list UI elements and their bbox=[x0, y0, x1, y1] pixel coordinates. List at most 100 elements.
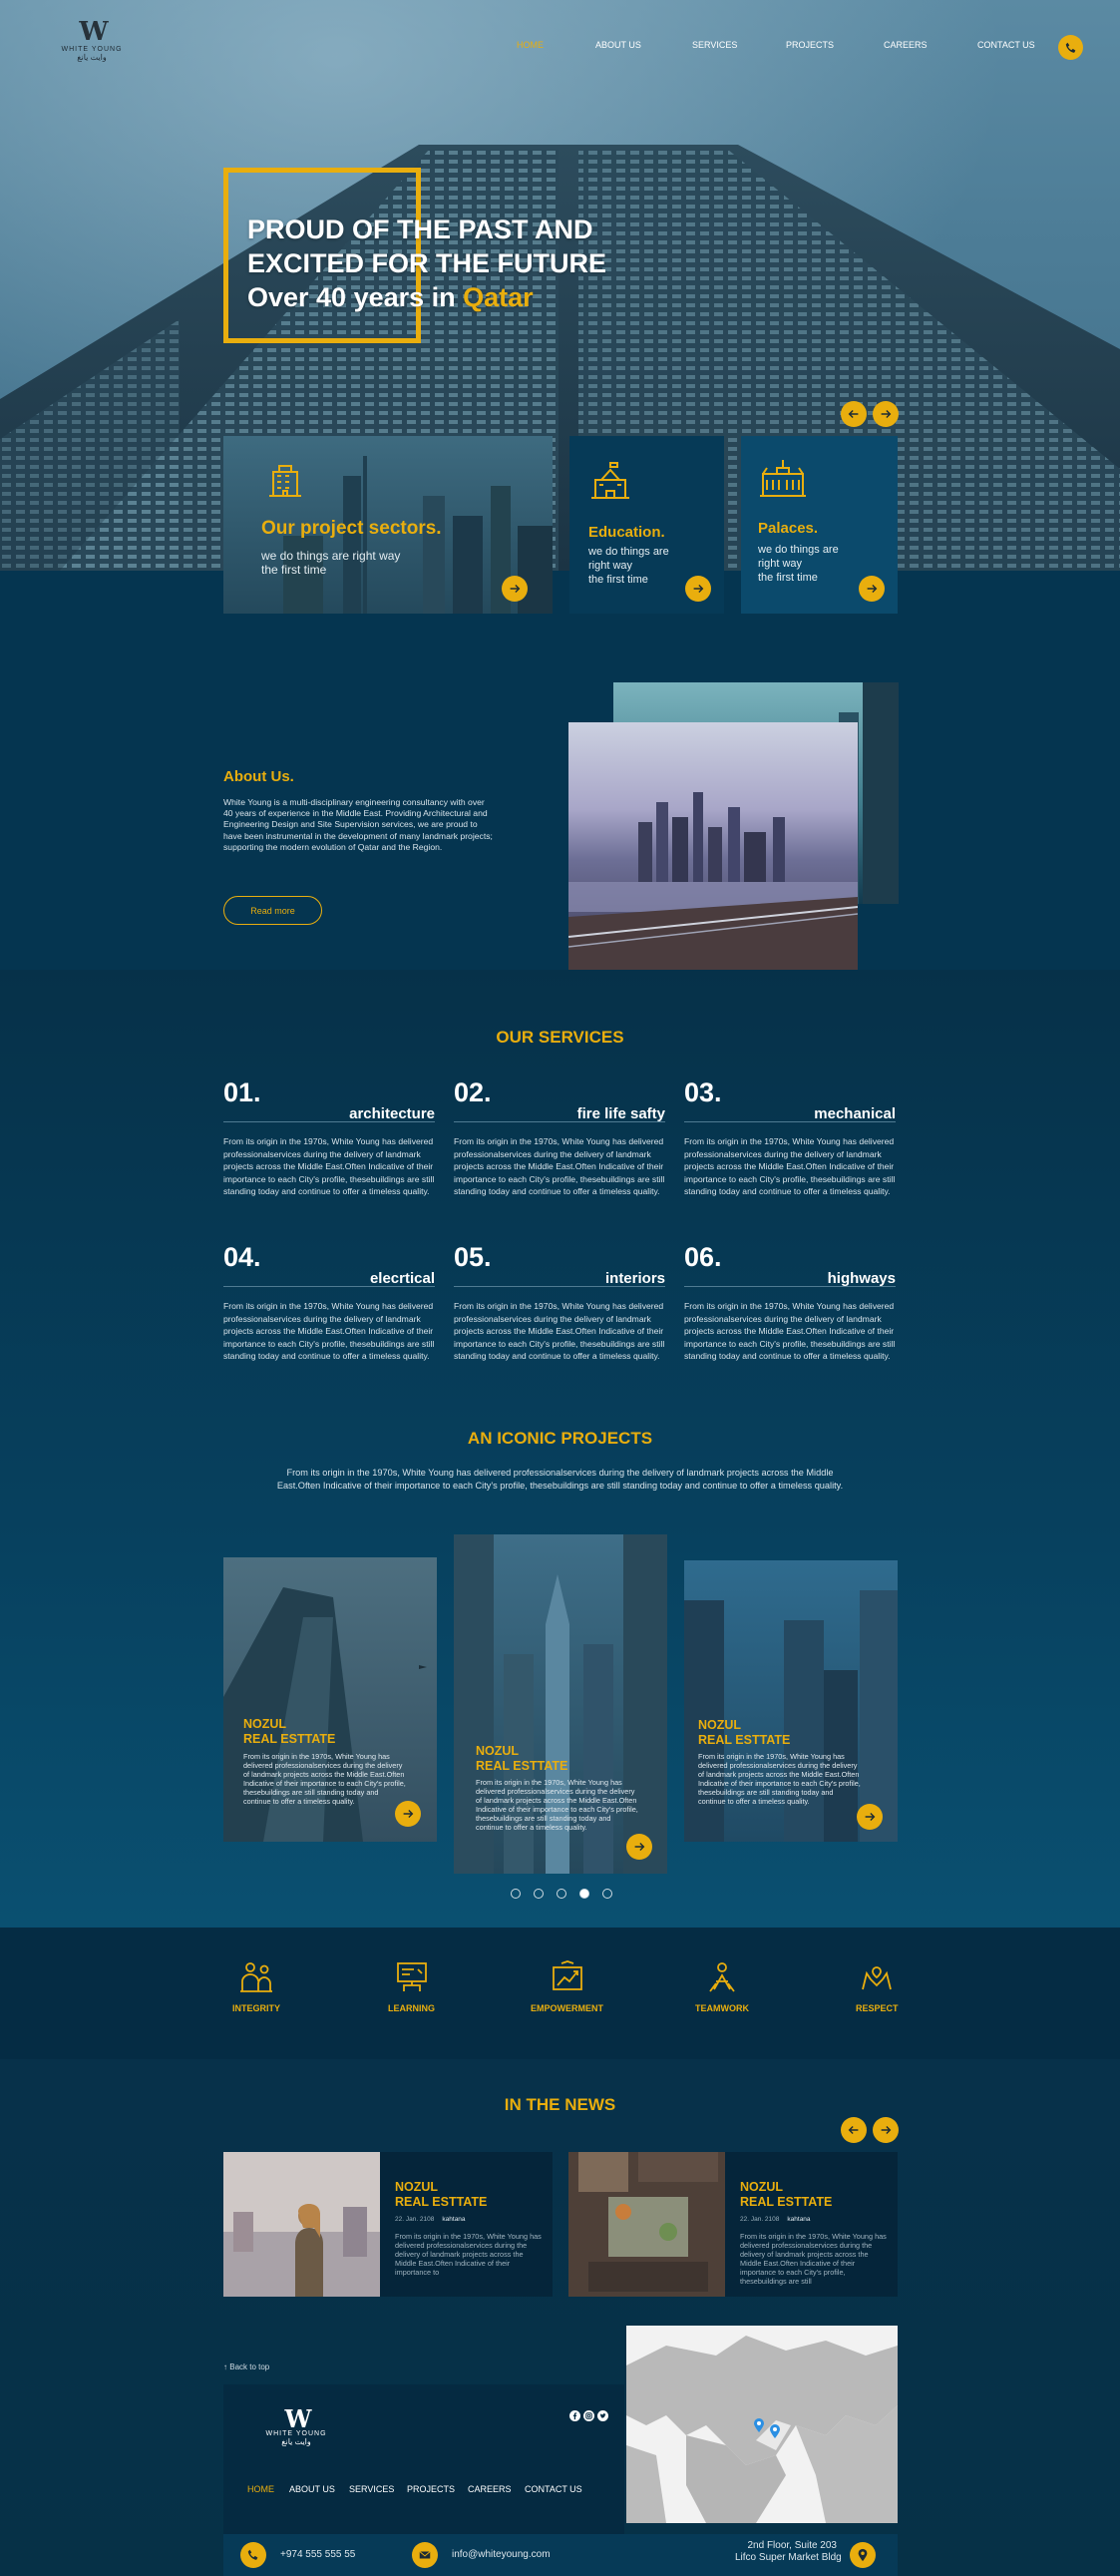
project-title: NOZUL REAL ESTTATE bbox=[243, 1717, 336, 1746]
prev-slide-button[interactable] bbox=[841, 401, 867, 427]
service-name: mechanical bbox=[814, 1105, 896, 1122]
footer-nav-careers[interactable]: CAREERS bbox=[468, 2484, 512, 2494]
pagination-dot[interactable] bbox=[602, 1889, 612, 1899]
service-name: architecture bbox=[349, 1105, 435, 1122]
services-title: OUR SERVICES bbox=[496, 1028, 624, 1047]
read-more-button[interactable]: Read more bbox=[223, 896, 322, 925]
hero-headline: PROUD OF THE PAST AND EXCITED FOR THE FU… bbox=[247, 215, 607, 312]
nav-about-us[interactable]: ABOUT US bbox=[595, 40, 641, 50]
news-excerpt: From its origin in the 1970s, White Youn… bbox=[740, 2232, 887, 2286]
pagination-dot[interactable] bbox=[511, 1889, 521, 1899]
service-item[interactable]: 05. interiors From its origin in the 197… bbox=[454, 1242, 665, 1361]
news-next-button[interactable] bbox=[873, 2117, 899, 2143]
school-icon bbox=[591, 462, 629, 499]
arrow-right-icon bbox=[881, 2126, 892, 2134]
contact-phone[interactable]: +974 555 555 55 bbox=[280, 2549, 355, 2560]
service-item[interactable]: 01. architecture From its origin in the … bbox=[223, 1077, 435, 1196]
project-desc: From its origin in the 1970s, White Youn… bbox=[698, 1752, 861, 1806]
project-card[interactable]: NOZUL REAL ESTTATE From its origin in the… bbox=[223, 1557, 437, 1842]
logo-mark-icon: W bbox=[284, 2404, 312, 2433]
brand-logo[interactable]: W WHITE YOUNG وايت يانغ bbox=[52, 17, 132, 70]
nav-careers[interactable]: CAREERS bbox=[884, 40, 928, 50]
pagination-dot[interactable] bbox=[534, 1889, 544, 1899]
news-card[interactable]: NOZUL REAL ESTTATE 22. Jan. 2108 kahtana F… bbox=[568, 2152, 898, 2297]
service-item[interactable]: 03. mechanical From its origin in the 19… bbox=[684, 1077, 896, 1196]
news-meta: 22. Jan. 2108 kahtana bbox=[740, 2216, 811, 2223]
nav-services[interactable]: SERVICES bbox=[692, 40, 737, 50]
service-item[interactable]: 04. elecrtical From its origin in the 19… bbox=[223, 1242, 435, 1361]
values-section: INTEGRITY LEARNING EMPOWERMENT TEAMWORK … bbox=[0, 1928, 1120, 2059]
back-to-top-link[interactable]: ↑ Back to top bbox=[223, 2362, 269, 2371]
sector-title: Our project sectors. bbox=[261, 518, 442, 539]
building-icon bbox=[269, 465, 301, 497]
sector-card-projects[interactable]: Our project sectors. we do things are ri… bbox=[223, 436, 553, 614]
teamwork-icon bbox=[709, 1962, 735, 1992]
hero-slider-arrows bbox=[841, 401, 899, 427]
footer-logo[interactable]: W WHITE YOUNG وايت يانغ bbox=[251, 2404, 341, 2447]
sector-title: Palaces. bbox=[758, 520, 819, 537]
pagination-dot-active[interactable] bbox=[579, 1889, 589, 1899]
sector-go-button[interactable] bbox=[685, 576, 711, 602]
project-go-button[interactable] bbox=[395, 1801, 421, 1827]
footer-nav-projects[interactable]: PROJECTS bbox=[407, 2484, 455, 2494]
contact-location-button[interactable] bbox=[850, 2542, 876, 2568]
map-pin-icon[interactable] bbox=[754, 2418, 764, 2432]
value-respect: RESPECT bbox=[856, 1959, 899, 2013]
news-prev-button[interactable] bbox=[841, 2117, 867, 2143]
arrow-right-icon bbox=[510, 585, 521, 593]
news-image-rooftop bbox=[568, 2152, 725, 2297]
value-empowerment: EMPOWERMENT bbox=[531, 1959, 603, 2013]
arrow-right-icon bbox=[634, 1843, 645, 1851]
sector-go-button[interactable] bbox=[859, 576, 885, 602]
service-name: highways bbox=[827, 1270, 896, 1287]
contact-email-button[interactable] bbox=[412, 2542, 438, 2568]
project-title: NOZUL REAL ESTTATE bbox=[476, 1744, 568, 1773]
footer-nav-home[interactable]: HOME bbox=[247, 2484, 274, 2494]
sector-go-button[interactable] bbox=[502, 576, 528, 602]
projects-title: AN ICONIC PROJECTS bbox=[467, 1429, 653, 1448]
sector-card-palaces[interactable]: Palaces. we do things are right way the … bbox=[741, 436, 898, 614]
project-go-button[interactable] bbox=[857, 1804, 883, 1830]
service-desc: From its origin in the 1970s, White Youn… bbox=[684, 1301, 896, 1362]
contact-address: 2nd Floor, Suite 203 Lifco Super Market … bbox=[735, 2540, 842, 2563]
contact-email[interactable]: info@whiteyoung.com bbox=[452, 2549, 551, 2560]
phone-button[interactable] bbox=[1058, 35, 1083, 60]
sector-card-education[interactable]: Education. we do things are right way th… bbox=[569, 436, 724, 614]
service-number: 02. bbox=[454, 1077, 492, 1107]
nav-projects[interactable]: PROJECTS bbox=[786, 40, 834, 50]
logo-mark-icon: W bbox=[79, 17, 108, 47]
nav-contact-us[interactable]: CONTACT US bbox=[977, 40, 1035, 50]
instagram-icon[interactable] bbox=[583, 2410, 594, 2421]
project-card[interactable]: NOZUL REAL ESTTATE From its origin in the… bbox=[684, 1560, 898, 1842]
map-pin-icon[interactable] bbox=[770, 2424, 780, 2438]
location-map[interactable] bbox=[626, 2326, 898, 2523]
next-slide-button[interactable] bbox=[873, 401, 899, 427]
about-title: About Us. bbox=[223, 768, 294, 785]
footer-nav-about-us[interactable]: ABOUT US bbox=[289, 2484, 335, 2494]
value-teamwork: TEAMWORK bbox=[695, 1959, 749, 2013]
sector-text: we do things are right way the first tim… bbox=[588, 546, 669, 586]
service-name: fire life safty bbox=[576, 1105, 665, 1122]
footer-nav-contact-us[interactable]: CONTACT US bbox=[525, 2484, 582, 2494]
news-excerpt: From its origin in the 1970s, White Youn… bbox=[395, 2232, 542, 2277]
pagination-dot[interactable] bbox=[557, 1889, 566, 1899]
nav-home[interactable]: HOME bbox=[517, 40, 544, 50]
service-number: 05. bbox=[454, 1242, 492, 1272]
integrity-icon bbox=[240, 1962, 272, 1992]
footer-nav-services[interactable]: SERVICES bbox=[349, 2484, 394, 2494]
service-name: interiors bbox=[604, 1270, 665, 1287]
twitter-icon[interactable] bbox=[597, 2410, 608, 2421]
logo-arabic: وايت يانغ bbox=[77, 53, 107, 62]
service-item[interactable]: 02. fire life safty From its origin in t… bbox=[454, 1077, 665, 1196]
service-number: 01. bbox=[223, 1077, 261, 1107]
learning-icon bbox=[396, 1962, 427, 1991]
sector-title: Education. bbox=[588, 524, 665, 541]
service-item[interactable]: 06. highways From its origin in the 1970… bbox=[684, 1242, 896, 1361]
news-card[interactable]: NOZUL REAL ESTTATE 22. Jan. 2108 kahtana F… bbox=[223, 2152, 553, 2297]
project-card[interactable]: NOZUL REAL ESTTATE From its origin in the… bbox=[454, 1534, 667, 1874]
value-integrity: INTEGRITY bbox=[232, 1959, 280, 2013]
contact-phone-button[interactable] bbox=[240, 2542, 266, 2568]
logo-wordmark: WHITE YOUNG bbox=[61, 46, 123, 53]
project-go-button[interactable] bbox=[626, 1834, 652, 1860]
facebook-icon[interactable] bbox=[569, 2410, 580, 2421]
